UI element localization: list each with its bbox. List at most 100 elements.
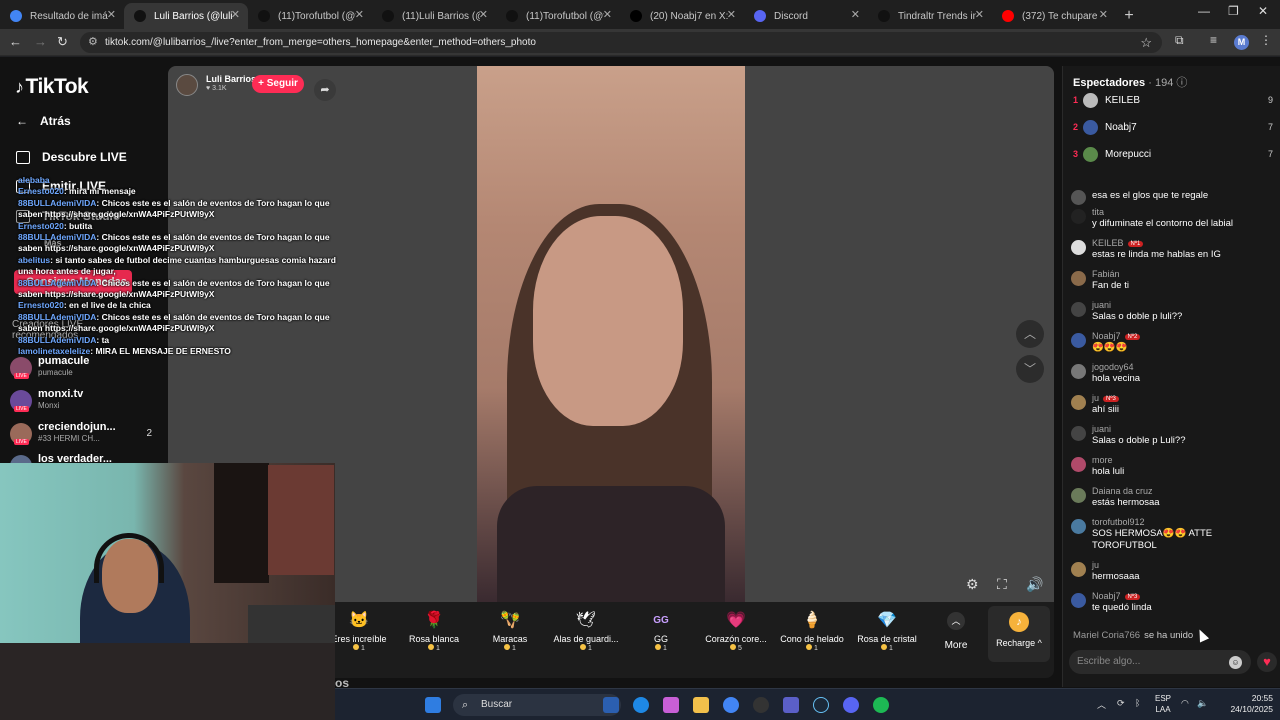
back-arrow-icon[interactable]: ← <box>9 34 22 49</box>
chat-username[interactable]: juani <box>1092 424 1111 434</box>
chat-username[interactable]: Daiana da cruz <box>1092 486 1153 496</box>
chat-username[interactable]: Noabj7 Nº2 <box>1092 331 1141 341</box>
site-info-icon[interactable]: ⚙ <box>88 32 98 53</box>
maximize-icon[interactable]: ❐ <box>1228 4 1239 18</box>
avatar[interactable] <box>1071 426 1086 441</box>
tray-bluetooth-icon[interactable]: ᛒ <box>1135 698 1140 708</box>
next-live-button[interactable]: ﹀ <box>1016 355 1044 383</box>
follow-button[interactable]: + Seguir <box>252 75 304 93</box>
more-gifts-button[interactable]: ︿ More <box>940 612 972 651</box>
avatar[interactable] <box>1071 562 1086 577</box>
start-windows-icon[interactable] <box>425 697 441 713</box>
avatar[interactable] <box>1071 302 1086 317</box>
spotify-icon[interactable] <box>873 697 889 713</box>
nav-discover-live[interactable]: Descubre LIVE <box>16 150 127 164</box>
new-tab-button[interactable]: + <box>1116 3 1142 29</box>
chrome-icon[interactable] <box>723 697 739 713</box>
recharge-button[interactable]: ♪ Recharge ^ <box>988 606 1050 662</box>
avatar[interactable] <box>1071 593 1086 608</box>
avatar[interactable] <box>1071 457 1086 472</box>
creator-item[interactable]: LIVE monxi.tv Monxi <box>10 388 160 414</box>
clock[interactable]: 20:55 24/10/2025 <box>1223 693 1273 715</box>
browser-tab[interactable]: (372) Te chupare el p✕ <box>992 3 1116 29</box>
chat-input[interactable]: Escribe algo... <box>1069 650 1251 674</box>
browser-tab[interactable]: Tindraltr Trends in Bo✕ <box>868 3 992 29</box>
close-icon[interactable]: ✕ <box>1099 8 1108 21</box>
steam-icon[interactable] <box>813 697 829 713</box>
browser-tab[interactable]: Discord ✕ <box>744 3 868 29</box>
browser-tab[interactable]: (11)Torofutbol (@tor✕ <box>248 3 372 29</box>
chat-username[interactable]: tita <box>1092 207 1104 217</box>
close-icon[interactable]: ✕ <box>851 8 860 21</box>
chat-username[interactable]: Noabj7 Nº3 <box>1092 591 1141 601</box>
forward-arrow-icon[interactable]: → <box>34 34 47 49</box>
browser-tab[interactable]: (11)Luli Barrios (@lu✕ <box>372 3 496 29</box>
creator-item[interactable]: LIVE pumacule pumacule <box>10 355 160 381</box>
profile-avatar[interactable]: M <box>1234 35 1249 50</box>
chat-list[interactable]: esa es el glos que te regale tita y difumi… <box>1063 188 1280 648</box>
top-viewer[interactable]: 2 Noabj7 7 <box>1073 119 1273 139</box>
speaker-icon[interactable]: 🔈 <box>1197 698 1208 709</box>
avatar[interactable] <box>1071 395 1086 410</box>
wifi-icon[interactable]: ◠ <box>1181 698 1189 709</box>
edge-icon[interactable] <box>633 697 649 713</box>
menu-kebab-icon[interactable]: ⋮ <box>1260 33 1272 47</box>
gift-item[interactable]: 🕊 Alas de guardi... 1 <box>550 606 622 652</box>
back-link[interactable]: ← Atrás <box>16 114 71 128</box>
chevron-up-icon[interactable]: ︿ <box>1097 698 1106 711</box>
gift-item[interactable]: 🌹 Rosa blanca 1 <box>398 606 470 652</box>
chat-username[interactable]: jogodoy64 <box>1092 362 1134 372</box>
chat-username[interactable]: torofutbol912 <box>1092 517 1145 527</box>
close-icon[interactable]: ✕ <box>727 8 736 21</box>
teams-icon[interactable] <box>783 697 799 713</box>
close-icon[interactable]: ✕ <box>479 8 488 21</box>
chat-username[interactable]: ju Nº3 <box>1092 393 1119 403</box>
discord-icon[interactable] <box>843 697 859 713</box>
live-video[interactable] <box>477 66 745 602</box>
close-icon[interactable]: ✕ <box>231 8 240 21</box>
streamer-name[interactable]: Luli Barrios <box>206 74 256 84</box>
chat-username[interactable]: KEILEB Nº1 <box>1092 238 1144 248</box>
emoji-icon[interactable]: ☺ <box>1229 656 1242 669</box>
gift-item[interactable]: 💗 Corazón core... 5 <box>700 606 772 652</box>
gift-item[interactable]: GG GG 1 <box>625 606 697 652</box>
streamer-avatar[interactable] <box>176 74 198 96</box>
browser-tab[interactable]: (20) Noabj7 en X: "ht✕ <box>620 3 744 29</box>
top-viewer[interactable]: 1 KEILEB 9 <box>1073 92 1273 112</box>
avatar[interactable] <box>1071 190 1086 205</box>
avatar[interactable] <box>1071 333 1086 348</box>
chat-username[interactable]: juani <box>1092 300 1111 310</box>
copilot-icon[interactable] <box>663 697 679 713</box>
chat-username[interactable]: ju <box>1092 560 1099 570</box>
streamer-info[interactable]: Luli Barrios ♥ 3.1K + Seguir ➦ <box>176 74 336 101</box>
tiktok-logo[interactable]: ♪TikTok <box>15 75 89 99</box>
share-icon[interactable]: ➦ <box>314 79 336 101</box>
avatar[interactable] <box>1071 519 1086 534</box>
previous-live-button[interactable]: ︿ <box>1016 320 1044 348</box>
gift-item[interactable]: 🍦 Cono de helado 1 <box>776 606 848 652</box>
tray-sync-icon[interactable]: ⟳ <box>1117 698 1125 709</box>
file-explorer-icon[interactable] <box>693 697 709 713</box>
settings-gear-icon[interactable]: ⚙ <box>966 576 979 593</box>
volume-icon[interactable]: 🔊 <box>1026 576 1043 593</box>
close-icon[interactable]: ✕ <box>107 8 116 21</box>
browser-tab[interactable]: Resultado de imágen✕ <box>0 3 124 29</box>
close-icon[interactable]: ✕ <box>355 8 364 21</box>
avatar[interactable] <box>1071 364 1086 379</box>
fullscreen-icon[interactable]: ⛶ <box>997 576 1007 593</box>
browser-tab[interactable]: (11)Torofutbol (@tor✕ <box>496 3 620 29</box>
language-indicator[interactable]: ESP LAA <box>1155 693 1171 715</box>
taskbar-search[interactable]: ⌕ Buscar <box>453 694 621 716</box>
close-window-icon[interactable]: ✕ <box>1258 4 1268 18</box>
browser-tab-active[interactable]: Luli Barrios (@luli ✕ <box>124 3 248 29</box>
reload-icon[interactable]: ↻ <box>57 34 68 50</box>
close-icon[interactable]: ✕ <box>603 8 612 21</box>
avatar[interactable] <box>1071 209 1086 224</box>
avatar[interactable] <box>1071 271 1086 286</box>
chat-username[interactable]: more <box>1092 455 1113 465</box>
extensions-icon[interactable]: ⧉ <box>1175 33 1184 48</box>
chat-username[interactable]: Fabián <box>1092 269 1120 279</box>
media-controls-icon[interactable]: ≡ <box>1210 33 1217 47</box>
avatar[interactable] <box>1071 240 1086 255</box>
close-icon[interactable]: ✕ <box>975 8 984 21</box>
